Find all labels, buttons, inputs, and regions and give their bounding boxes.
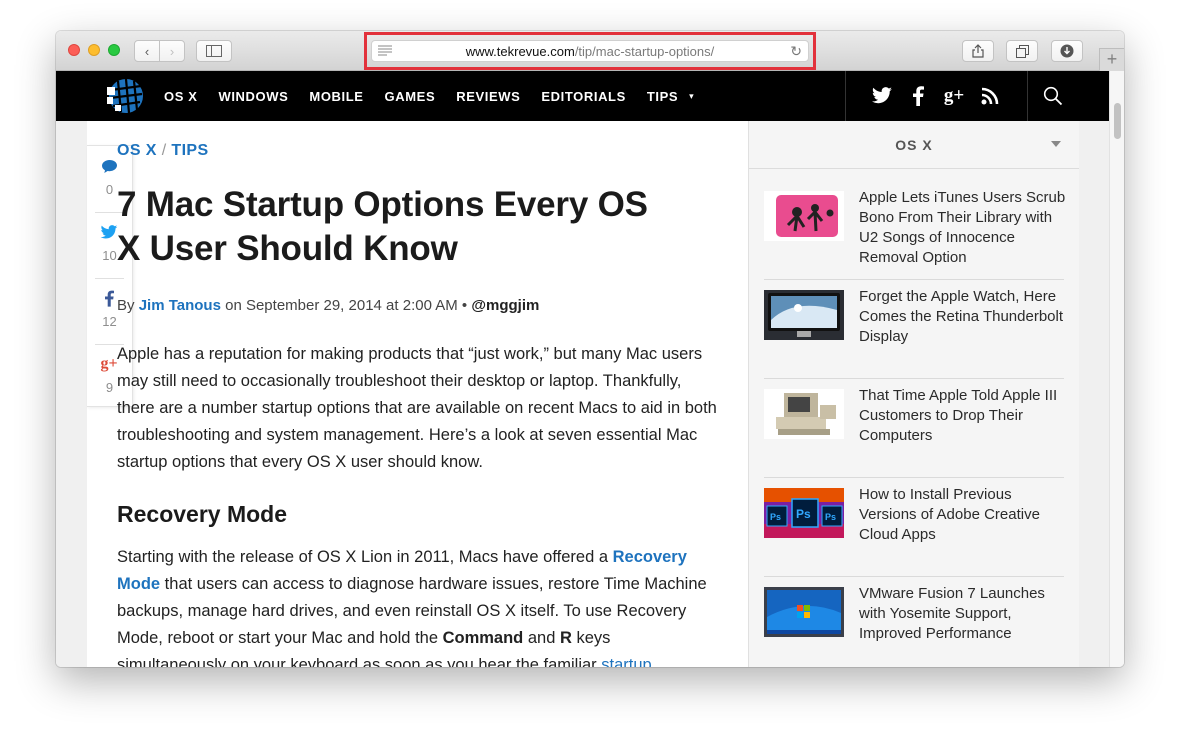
crumb-separator: / [156, 142, 172, 159]
share-button[interactable] [962, 40, 994, 62]
command-key-text: Command [442, 629, 524, 647]
zoom-window-button[interactable] [108, 44, 120, 56]
downloads-button[interactable] [1051, 40, 1083, 62]
search-icon[interactable] [1040, 84, 1066, 108]
ps-logo-text: Ps [770, 512, 781, 522]
minimize-window-button[interactable] [88, 44, 100, 56]
ps-logo-text: Ps [796, 507, 811, 521]
crumb-tips[interactable]: TIPS [171, 142, 208, 159]
nav-mobile[interactable]: MOBILE [309, 89, 363, 104]
breadcrumb: OS X / TIPS [117, 142, 209, 160]
post-thumbnail[interactable] [764, 290, 844, 340]
main-menu: OS X WINDOWS MOBILE GAMES REVIEWS EDITOR… [164, 71, 694, 121]
forward-button[interactable]: › [159, 40, 185, 62]
startup-chime-link[interactable]: startup [601, 656, 651, 667]
url-host: www.tekrevue.com [465, 43, 575, 59]
article-column: 0 10 12 g+ 9 OS X / TIPS 7 Mac Startup O… [87, 121, 748, 667]
address-bar[interactable]: www.tekrevue.com/tip/mac-startup-options… [371, 40, 809, 62]
rss-icon[interactable] [977, 84, 1003, 108]
address-bar-highlight: www.tekrevue.com/tip/mac-startup-options… [364, 32, 816, 70]
nav-windows[interactable]: WINDOWS [218, 89, 288, 104]
browser-toolbar: ‹ › www.tekrevue.com/tip/mac-startup-opt… [56, 31, 1124, 71]
nav-osx[interactable]: OS X [164, 89, 197, 104]
tabs-icon [1015, 44, 1029, 58]
byline-date: on September 29, 2014 at 2:00 AM • [220, 297, 472, 314]
body-text: Starting with the release of OS X Lion i… [117, 548, 613, 566]
page-scrollbar[interactable] [1109, 71, 1124, 667]
author-handle[interactable]: @mggjim [471, 297, 539, 314]
body-text: and [523, 629, 560, 647]
sidebar-category-select[interactable]: OS X [749, 121, 1079, 169]
chevron-right-icon: › [169, 43, 175, 59]
post-thumbnail[interactable]: Ps Ps Ps [764, 488, 844, 538]
show-sidebar-button[interactable] [196, 40, 232, 62]
post-thumbnail[interactable] [764, 389, 844, 439]
nav-divider [845, 71, 846, 121]
article-title: 7 Mac Startup Options Every OS X User Sh… [117, 185, 648, 268]
nav-games[interactable]: GAMES [385, 89, 436, 104]
nav-editorials[interactable]: EDITORIALS [541, 89, 626, 104]
browser-window: ‹ › www.tekrevue.com/tip/mac-startup-opt… [56, 31, 1124, 667]
post-thumbnail[interactable] [764, 587, 844, 637]
author-link[interactable]: Jim Tanous [139, 297, 221, 314]
intro-paragraph: Apple has a reputation for making produc… [117, 345, 717, 471]
show-all-tabs-button[interactable] [1006, 40, 1038, 62]
share-count: 12 [102, 314, 117, 329]
sidebar-post[interactable]: That Time Apple Told Apple III Customers… [764, 379, 1064, 478]
chevron-down-icon[interactable]: ▾ [689, 91, 694, 102]
sidebar-icon [206, 45, 222, 57]
facebook-icon[interactable] [905, 84, 931, 108]
scrollbar-thumb[interactable] [1114, 103, 1121, 139]
byline: By Jim Tanous on September 29, 2014 at 2… [117, 297, 539, 314]
share-icon [972, 44, 984, 58]
r-key-text: R [559, 629, 572, 647]
sidebar: OS X Apple Lets iTunes Users Scrub Bono … [748, 121, 1079, 667]
sidebar-post[interactable]: VMware Fusion 7 Launches with Yosemite S… [764, 577, 1064, 667]
back-button[interactable]: ‹ [134, 40, 160, 62]
site-navbar: OS X WINDOWS MOBILE GAMES REVIEWS EDITOR… [56, 71, 1109, 121]
ps-logo-text: Ps [825, 512, 836, 522]
sidebar-heading: OS X [895, 137, 933, 153]
post-title[interactable]: Apple Lets iTunes Users Scrub Bono From … [859, 188, 1069, 268]
google-plus-icon[interactable]: g+ [941, 84, 967, 108]
nav-tips[interactable]: TIPS [647, 89, 678, 104]
reload-icon[interactable]: ↻ [790, 43, 802, 60]
nav-reviews[interactable]: REVIEWS [456, 89, 520, 104]
new-tab-button[interactable]: + [1099, 48, 1124, 71]
body-paragraph: Starting with the release of OS X Lion i… [117, 544, 722, 667]
crumb-osx[interactable]: OS X [117, 142, 157, 159]
post-thumbnail[interactable] [764, 191, 844, 241]
chevron-left-icon: ‹ [144, 43, 150, 59]
post-title[interactable]: VMware Fusion 7 Launches with Yosemite S… [859, 584, 1069, 644]
nav-divider [1027, 71, 1028, 121]
url-path: /tip/mac-startup-options/ [574, 43, 715, 59]
reader-icon [378, 45, 392, 56]
post-title[interactable]: Forget the Apple Watch, Here Comes the R… [859, 287, 1069, 347]
sidebar-post[interactable]: Apple Lets iTunes Users Scrub Bono From … [764, 181, 1065, 280]
post-title[interactable]: How to Install Previous Versions of Adob… [859, 485, 1069, 545]
tekrevue-logo[interactable] [107, 77, 145, 115]
twitter-icon[interactable] [869, 84, 895, 108]
section-heading: Recovery Mode [117, 501, 288, 527]
page-viewport: OS X WINDOWS MOBILE GAMES REVIEWS EDITOR… [56, 71, 1124, 667]
close-window-button[interactable] [68, 44, 80, 56]
byline-prefix: By [117, 297, 139, 314]
body-text: that users can access to diagnose hardwa… [117, 575, 707, 647]
sidebar-post[interactable]: Ps Ps Ps How to Install Previous Version… [764, 478, 1064, 577]
download-icon [1060, 44, 1074, 58]
post-title[interactable]: That Time Apple Told Apple III Customers… [859, 386, 1069, 446]
chevron-down-icon[interactable] [1051, 141, 1061, 147]
sidebar-post[interactable]: Forget the Apple Watch, Here Comes the R… [764, 280, 1064, 379]
